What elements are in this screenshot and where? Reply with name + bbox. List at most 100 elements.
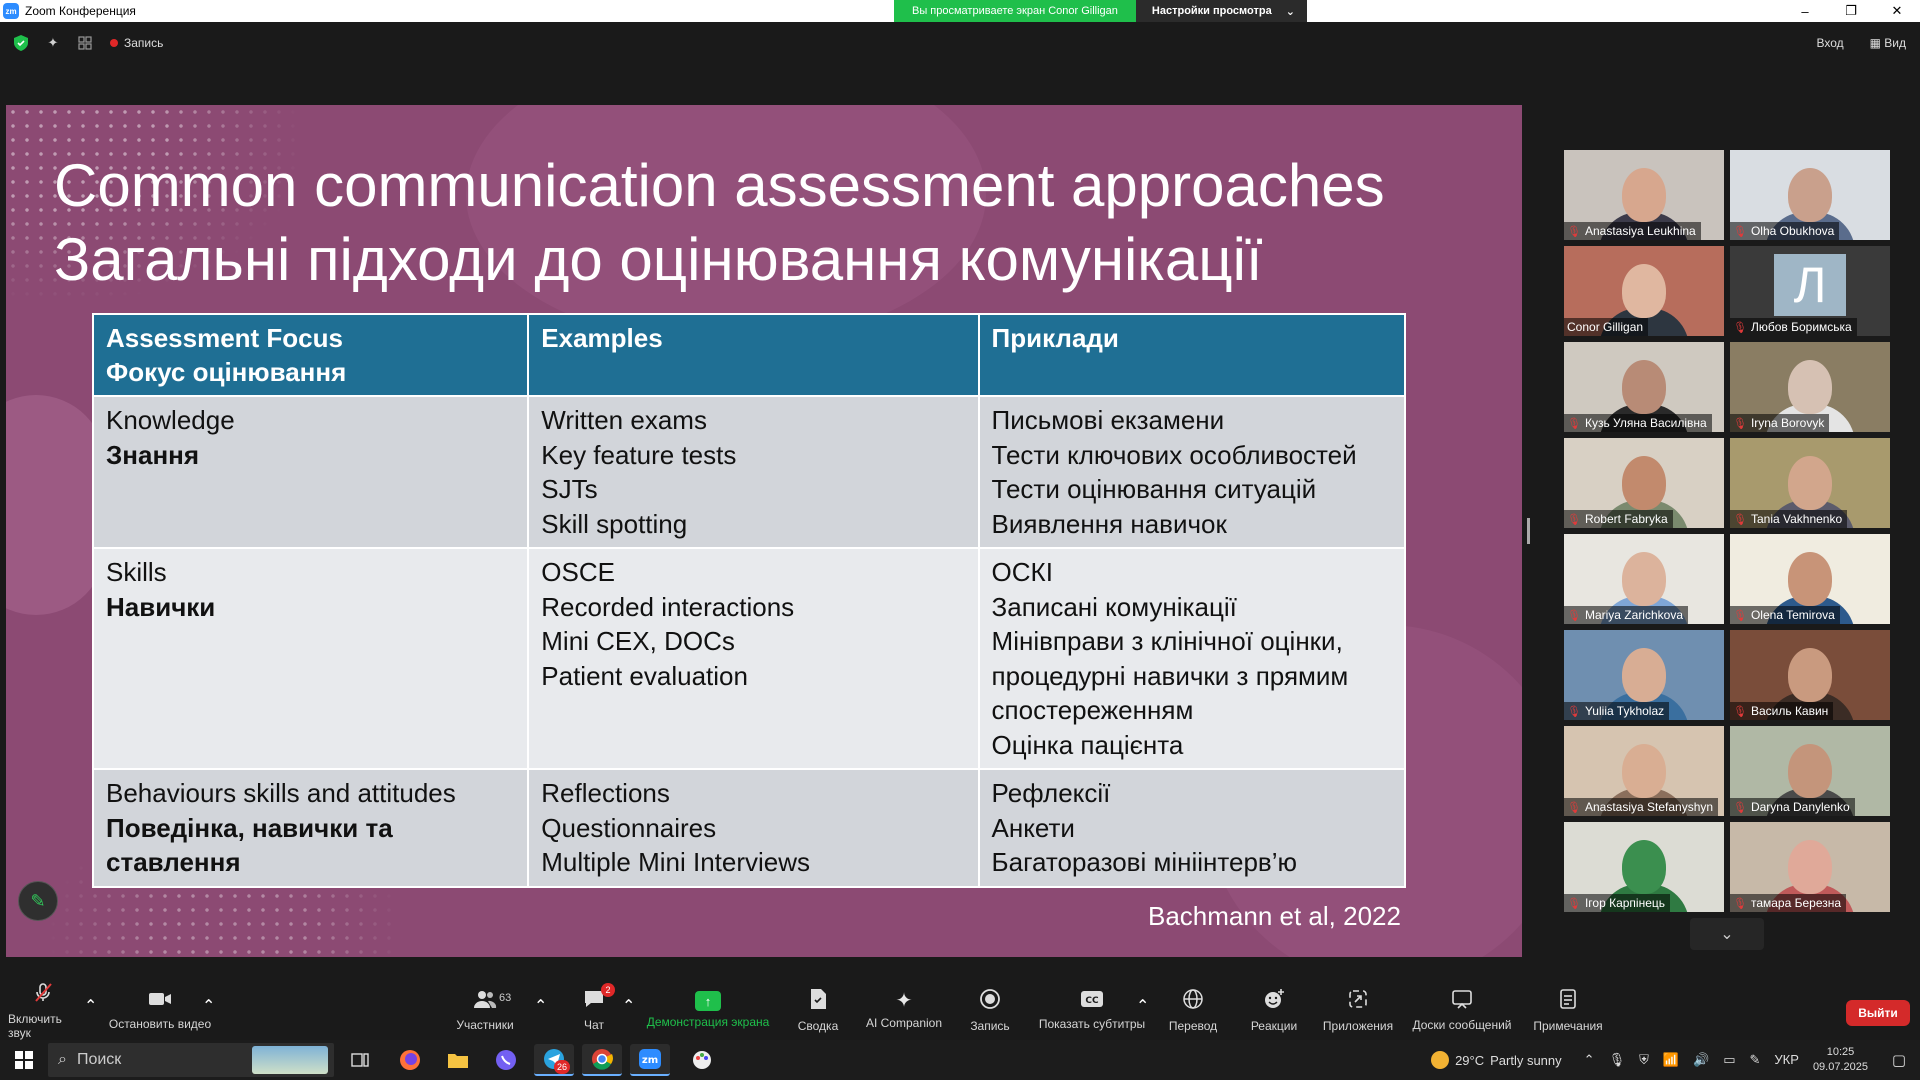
participants-button[interactable]: 63 Участники [450,980,520,1040]
search-highlight-image [252,1046,328,1074]
wifi-icon[interactable]: 📶 [1663,1052,1679,1068]
clock-date: 09.07.2025 [1812,1061,1868,1073]
participant-tile[interactable]: 🎙 Robert Fabryka [1564,438,1724,528]
clock-time: 10:25 [1826,1046,1855,1058]
apps-button[interactable]: Приложения [1316,980,1400,1040]
windows-start-icon[interactable] [0,1040,48,1080]
taskbar-search[interactable]: ⌕ Поиск [48,1043,334,1077]
stop-video-button[interactable]: Остановить видео [108,980,212,1040]
sparkle-icon[interactable]: ✦ [42,32,64,54]
firefox-icon[interactable] [390,1044,430,1076]
participant-tile[interactable]: 🎙 Daryna Danylenko [1730,726,1890,816]
record-dot-icon [110,39,118,47]
telegram-icon[interactable]: 26 [534,1044,574,1076]
unmute-button[interactable]: Включить звук [8,980,78,1040]
video-options-caret-icon[interactable]: ⌃ [202,996,215,1016]
mic-muted-icon: 🎙 [1733,417,1747,430]
participants-caret-icon[interactable]: ⌃ [534,996,547,1016]
participant-tile[interactable]: Conor Gilligan [1564,246,1724,336]
participant-face [1622,456,1666,510]
participant-name-bar: Conor Gilligan [1564,318,1649,336]
record-icon [979,988,1001,1015]
paint-icon[interactable] [682,1044,722,1076]
ai-sparkle-icon: ✦ [895,990,913,1012]
speaker-icon[interactable]: 🔊 [1693,1052,1709,1068]
task-view-icon[interactable] [340,1044,380,1076]
grid-icon[interactable] [74,32,96,54]
pen-icon[interactable]: ✎ [1750,1052,1761,1068]
chat-bubble-icon: 2 [583,982,615,1014]
show-hidden-icons-chevron-icon[interactable]: ⌃ [1584,1052,1595,1068]
splitter-handle[interactable] [1527,518,1530,544]
taskbar-clock[interactable]: 10:25 09.07.2025 [1813,1045,1868,1075]
header-examples: Examples [527,313,980,397]
participant-tile[interactable]: 🎙 Olha Obukhova [1730,150,1890,240]
share-screen-button[interactable]: ↑ Демонстрация экрана [640,980,776,1040]
participant-tile[interactable]: 🎙 Mariya Zarichkova [1564,534,1724,624]
focus-cell: Behaviours skills and attitudes Поведінк… [91,768,530,888]
participant-tile[interactable]: 🎙 тамара Березна [1730,822,1890,912]
participant-name: Ігор Карпінець [1584,896,1666,910]
participant-tile[interactable]: 🎙 Василь Кавин [1730,630,1890,720]
notes-button[interactable]: Примечания [1530,980,1606,1040]
participant-face [1622,744,1666,798]
microphone-icon[interactable]: 🎙 [1609,1052,1626,1068]
mic-muted-icon: 🎙 [1567,609,1581,622]
battery-icon[interactable]: ▭ [1723,1052,1735,1068]
participant-face [1788,840,1832,894]
input-language[interactable]: УКР [1774,1052,1799,1068]
translate-button[interactable]: Перевод [1162,980,1224,1040]
participant-face [1622,552,1666,606]
participant-tile[interactable]: Л 🎙 Любов Боримська [1730,246,1890,336]
participant-tile[interactable]: 🎙 Ігор Карпінець [1564,822,1724,912]
notifications-icon[interactable]: ▢ [1884,1051,1914,1069]
table-header-row: Assessment Focus Фокус оцінювання Exampl… [91,313,1407,397]
record-button[interactable]: Запись [962,980,1018,1040]
chrome-icon[interactable] [582,1044,622,1076]
recording-indicator[interactable]: Запись [110,36,163,50]
leave-meeting-button[interactable]: Выйти [1846,1000,1910,1026]
view-button[interactable]: ▦ Вид [1870,36,1906,50]
gallery-scroll-down-icon[interactable]: ⌄ [1690,918,1764,950]
summary-button[interactable]: Сводка [790,980,846,1040]
table-row: Skills Навички OSCE Recorded interaction… [91,547,1407,770]
participant-tile[interactable]: 🎙 Olena Temirova [1730,534,1890,624]
viber-icon[interactable] [486,1044,526,1076]
chat-button[interactable]: 2 Чат [566,980,622,1040]
captions-caret-icon[interactable]: ⌃ [1136,996,1149,1016]
weather-widget[interactable]: 29°C Partly sunny [1431,1051,1562,1069]
minimize-button[interactable]: – [1782,0,1828,22]
chat-caret-icon[interactable]: ⌃ [622,996,635,1016]
participant-tile[interactable]: 🎙 Кузь Уляна Василівна [1564,342,1724,432]
participant-name-bar: 🎙 Anastasiya Stefanyshyn [1564,798,1719,816]
close-button[interactable]: ✕ [1874,0,1920,22]
annotate-pencil-icon[interactable]: ✎ [18,881,58,921]
zoom-taskbar-icon[interactable]: zm [630,1044,670,1076]
participant-tile[interactable]: 🎙 Yuliia Tykholaz [1564,630,1724,720]
ai-companion-button[interactable]: ✦ AI Companion [858,980,950,1040]
participant-tile[interactable]: 🎙 Iryna Borovyk [1730,342,1890,432]
network-shield-icon[interactable]: ⛨ [1639,1052,1649,1068]
reactions-button[interactable]: Реакции [1244,980,1304,1040]
header-examples-uk: Приклади [977,313,1407,397]
show-captions-button[interactable]: CC Показать субтитры [1032,980,1152,1040]
participant-name: Yuliia Tykholaz [1584,704,1665,718]
participant-name-bar: 🎙 Василь Кавин [1730,702,1834,720]
participant-tile[interactable]: 🎙 Anastasiya Leukhina [1564,150,1724,240]
partly-sunny-icon [1431,1051,1450,1069]
restore-button[interactable]: ❐ [1828,0,1874,22]
sign-in-button[interactable]: Вход [1816,36,1843,50]
examples-cell: Reflections Questionnaires Multiple Mini… [527,768,980,888]
mic-muted-icon: 🎙 [1733,321,1747,334]
examples-cell: Written exams Key feature tests SJTs Ski… [527,395,980,549]
view-settings-button[interactable]: Настройки просмотра ⌄ [1135,0,1307,22]
participant-name-bar: 🎙 Mariya Zarichkova [1564,606,1688,624]
participant-name-bar: 🎙 Anastasiya Leukhina [1564,222,1701,240]
audio-options-caret-icon[interactable]: ⌃ [84,996,97,1016]
security-shield-icon[interactable] [10,32,32,54]
participant-tile[interactable]: 🎙 Tania Vakhnenko [1730,438,1890,528]
slide-title-uk: Загальні підходи до оцінювання комунікац… [54,226,1263,293]
file-explorer-icon[interactable] [438,1044,478,1076]
participant-tile[interactable]: 🎙 Anastasiya Stefanyshyn [1564,726,1724,816]
whiteboards-button[interactable]: Доски сообщений [1406,980,1518,1040]
